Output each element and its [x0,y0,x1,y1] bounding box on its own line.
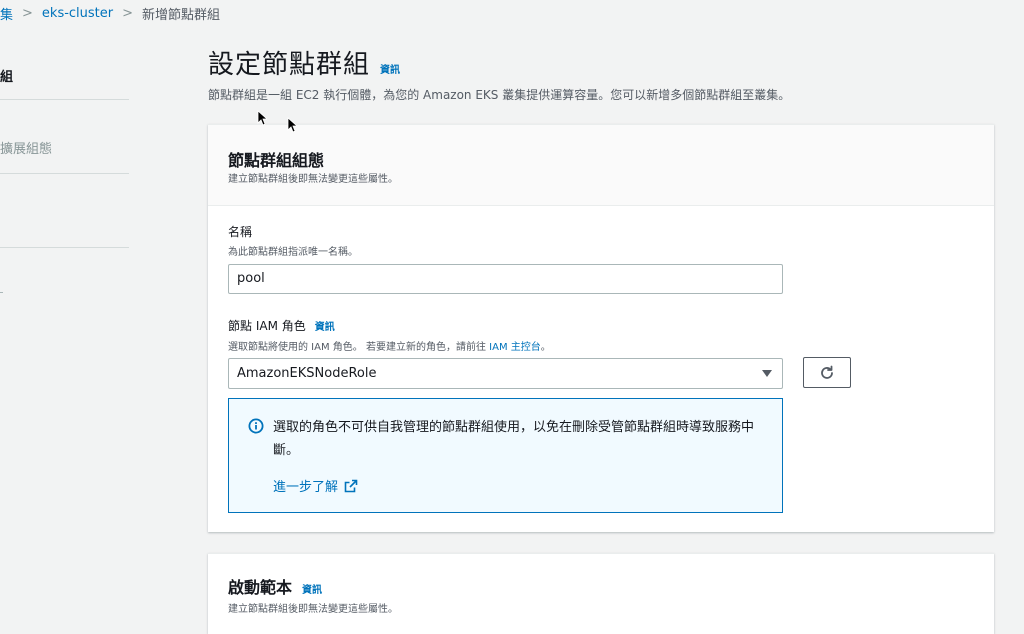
divider [0,99,129,100]
chevron-right-icon: > [22,5,33,21]
learn-more-link[interactable]: 進一步了解 [273,476,358,495]
external-link-icon [344,479,358,492]
launch-template-panel: 啟動範本 資訊 建立節點群組後即無法變更這些屬性。 [208,553,994,634]
wizard-step-configure[interactable]: 組 [0,66,13,85]
wizard-step-scaling[interactable]: 擴展組態 [0,138,52,157]
iam-role-info-link[interactable]: 資訊 [315,318,335,333]
iam-console-link[interactable]: IAM 主控台 [489,342,541,353]
panel-title: 節點群組組態 [228,151,325,170]
name-description: 為此節點群組指派唯一名稱。 [228,247,358,258]
iam-role-select[interactable]: AmazonEKSNodeRole [228,358,783,389]
launch-template-info-link[interactable]: 資訊 [302,581,322,596]
chevron-right-icon: > [122,5,134,21]
iam-role-label: 節點 IAM 角色 資訊 [228,317,335,334]
name-label: 名稱 [228,225,253,239]
launch-template-title: 啟動範本 資訊 [228,574,322,598]
refresh-icon [821,365,833,379]
iam-role-selected-value: AmazonEKSNodeRole [237,366,377,381]
panel-subtitle: 建立節點群組後即無法變更這些屬性。 [228,174,398,185]
info-alert: 選取的角色不可供自我管理的節點群組使用，以免在刪除受管節點群組時導致服務中斷。 … [228,398,783,513]
divider [0,247,129,248]
breadcrumb-current: 新增節點群組 [142,7,221,23]
divider [0,173,129,174]
refresh-roles-button[interactable] [803,357,851,388]
page-title: 設定節點群組 [208,50,371,80]
alert-message: 選取的角色不可供自我管理的節點群組使用，以免在刪除受管節點群組時導致服務中斷。 [273,420,755,458]
name-input[interactable]: pool [228,264,783,294]
iam-role-description-text: 選取節點將使用的 IAM 角色。 若要建立新的角色，請前往 [228,342,486,353]
iam-role-label-text: 節點 IAM 角色 [228,319,306,333]
learn-more-link-text: 進一步了解 [273,480,339,495]
divider [0,292,3,293]
page-description: 節點群組是一組 EC2 執行個體，為您的 Amazon EKS 叢集提供運算容量… [208,88,791,102]
launch-template-subtitle: 建立節點群組後即無法變更這些屬性。 [228,604,398,615]
iam-role-description: 選取節點將使用的 IAM 角色。 若要建立新的角色，請前往 IAM 主控台。 [228,338,551,353]
mouse-cursor-icon [287,117,297,133]
panel-header: 節點群組組態 建立節點群組後即無法變更這些屬性。 [208,125,994,206]
page-header: 設定節點群組 資訊 [208,44,400,81]
breadcrumb-item-clusters[interactable]: 集 [0,4,13,23]
info-circle-icon [248,418,264,434]
breadcrumb: 集 > eks-cluster > 新增節點群組 [0,4,221,23]
iam-role-description-suffix: 。 [540,342,551,353]
mouse-cursor-icon [257,110,267,126]
launch-template-title-text: 啟動範本 [228,578,293,597]
page-info-link[interactable]: 資訊 [380,61,400,76]
breadcrumb-item-cluster[interactable]: eks-cluster [42,6,113,21]
caret-down-icon [762,370,772,377]
